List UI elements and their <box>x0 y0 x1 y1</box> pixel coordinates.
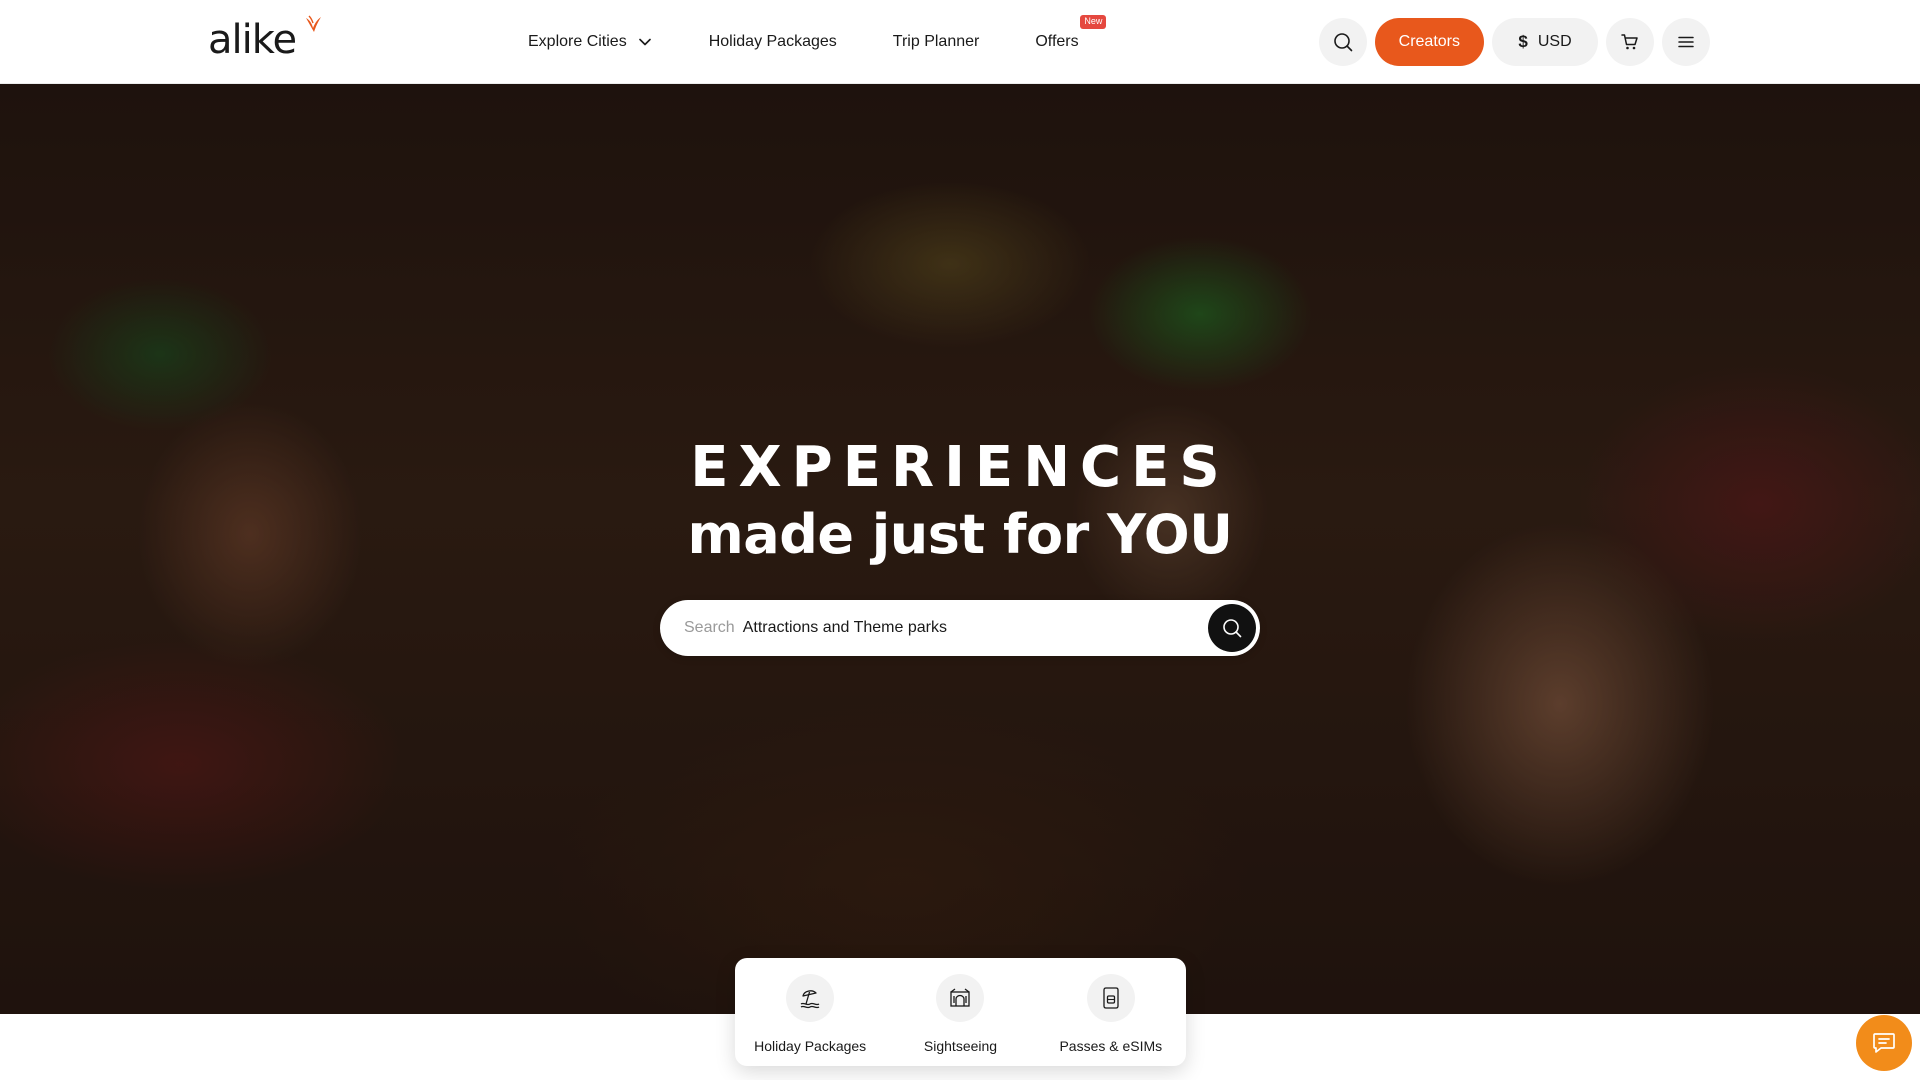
category-label: Sightseeing <box>923 1038 998 1054</box>
search-submit-button[interactable] <box>1208 604 1256 652</box>
chevron-down-icon <box>638 38 651 46</box>
cart-button[interactable] <box>1606 18 1654 66</box>
dollar-icon: $ <box>1518 32 1528 51</box>
search-input[interactable]: Attractions and Theme parks <box>743 619 947 637</box>
nav-holiday-packages[interactable]: Holiday Packages <box>709 33 837 51</box>
category-label: Passes & eSIMs <box>1059 1038 1163 1054</box>
nav-offers[interactable]: Offers New <box>1035 15 1107 51</box>
nav-trip-planner[interactable]: Trip Planner <box>893 33 980 51</box>
category-card: Holiday Packages Sightseeing Passes & eS… <box>735 958 1186 1066</box>
hero-section: EXPERIENCES made just for YOU Search Att… <box>0 84 1920 1014</box>
logo-bird-icon <box>306 15 321 32</box>
search-label: Search <box>684 619 735 636</box>
hero-search-bar[interactable]: Search Attractions and Theme parks <box>660 600 1260 656</box>
creators-button[interactable]: Creators <box>1374 18 1484 66</box>
menu-button[interactable] <box>1662 18 1710 66</box>
header-actions: Creators $ USD <box>1318 18 1710 66</box>
landmark-icon <box>936 974 985 1022</box>
nav-explore-cities[interactable]: Explore Cities <box>528 33 651 51</box>
category-label: Holiday Packages <box>754 1038 867 1054</box>
brand-logo[interactable]: alike <box>208 15 321 63</box>
site-header: alike Explore Cities Holiday Packages Tr… <box>0 0 1920 84</box>
beach-umbrella-icon <box>786 974 835 1022</box>
chat-icon <box>1873 1033 1895 1053</box>
menu-icon <box>1678 36 1694 48</box>
header-search-button[interactable] <box>1318 18 1367 66</box>
category-holiday-packages[interactable]: Holiday Packages <box>735 958 885 1066</box>
currency-button[interactable]: $ USD <box>1492 18 1598 66</box>
search-icon <box>1223 619 1242 638</box>
sim-card-icon <box>1086 974 1135 1022</box>
category-passes-esims[interactable]: Passes & eSIMs <box>1036 958 1186 1066</box>
search-icon <box>1333 33 1352 52</box>
hero-title: EXPERIENCES <box>690 435 1230 500</box>
main-nav: Explore Cities Holiday Packages Trip Pla… <box>528 0 1107 84</box>
category-sightseeing[interactable]: Sightseeing <box>885 958 1035 1066</box>
logo-wordmark: alike <box>208 17 297 63</box>
currency-label: USD <box>1537 33 1572 50</box>
hero-subtitle: made just for YOU <box>687 503 1233 566</box>
chat-button[interactable] <box>1856 1015 1912 1071</box>
nav-explore-label: Explore Cities <box>528 33 627 50</box>
new-badge: New <box>1080 15 1107 29</box>
nav-offers-label: Offers <box>1035 33 1079 50</box>
cart-icon <box>1621 34 1638 50</box>
